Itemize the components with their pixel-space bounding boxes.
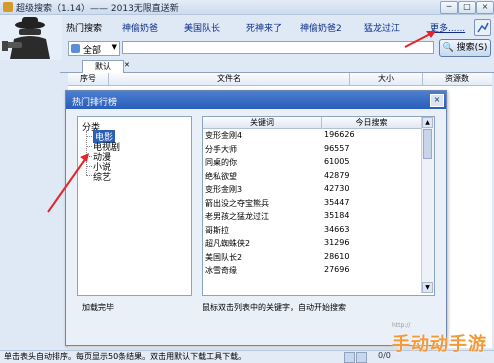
prev-page-button[interactable] bbox=[356, 352, 367, 363]
arrow-to-more-link bbox=[404, 31, 436, 48]
page-indicator: 0/0 bbox=[378, 351, 391, 360]
first-page-button[interactable] bbox=[344, 352, 355, 363]
watermark-url: http:// bbox=[392, 322, 411, 329]
status-text: 单击表头自动排序。每页显示50条结果。双击用默认下载工具下载。 bbox=[4, 352, 247, 361]
arrow-to-category-tree bbox=[47, 153, 89, 213]
watermark: 手动动手游 bbox=[392, 334, 487, 355]
annotation-arrows bbox=[47, 31, 436, 213]
